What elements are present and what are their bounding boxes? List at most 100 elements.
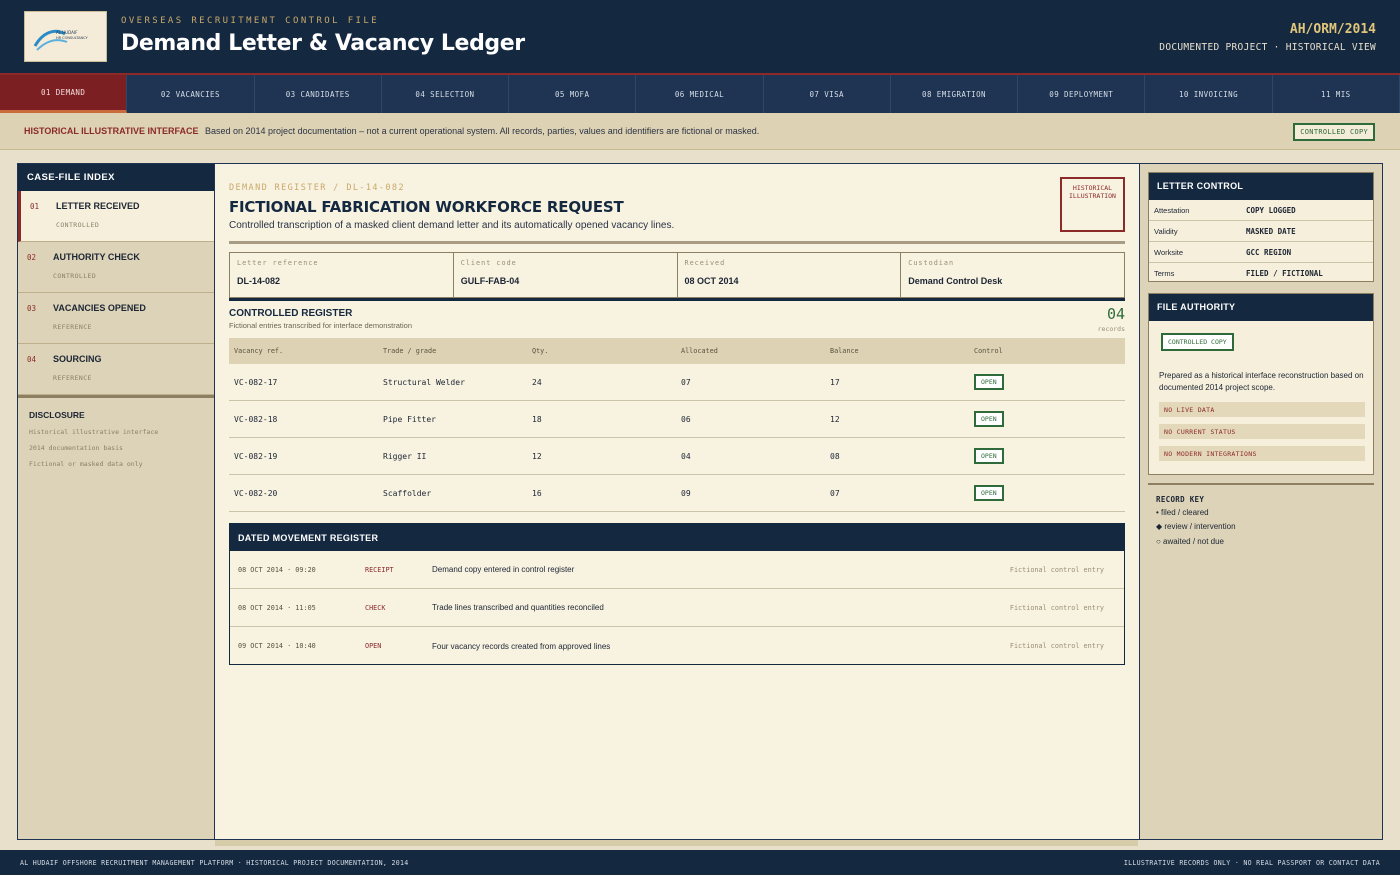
movement-time: 08 OCT 2014 · 09:20 xyxy=(238,565,316,574)
sidebar-item-letter-received[interactable]: 01 LETTER RECEIVED CONTROLLED xyxy=(18,191,214,242)
vacancy-table: Vacancy ref. Trade / grade Qty. Allocate… xyxy=(229,338,1125,512)
open-status-button[interactable]: OPEN xyxy=(974,485,1004,501)
tab-emigration[interactable]: 08 EMIGRATION xyxy=(891,75,1019,113)
control-row: Terms FILED / FICTIONAL xyxy=(1149,263,1373,284)
disclosure-line: Fictional or masked data only xyxy=(29,460,143,468)
balance: 17 xyxy=(830,377,840,387)
controlled-copy-stamp: CONTROLLED COPY xyxy=(1161,333,1234,351)
movement-note: Fictional control entry xyxy=(1009,642,1104,650)
tab-demand[interactable]: 01 DEMAND xyxy=(0,75,128,113)
sidebar-item-vacancies-opened[interactable]: 03 VACANCIES OPENED REFERENCE xyxy=(18,293,214,344)
movement-time: 09 OCT 2014 · 10:40 xyxy=(238,642,316,650)
movement-description: Trade lines transcribed and quantities r… xyxy=(432,603,604,612)
movement-note: Fictional control entry xyxy=(1009,603,1104,612)
record-key-item: • filed / cleared xyxy=(1156,508,1209,517)
movement-type: CHECK xyxy=(365,603,386,612)
open-status-button[interactable]: OPEN xyxy=(974,411,1004,427)
tab-invoicing[interactable]: 10 INVOICING xyxy=(1145,75,1273,113)
meta-divider xyxy=(229,298,1125,301)
open-status-button[interactable]: OPEN xyxy=(974,448,1004,464)
trade-grade: Pipe Fitter xyxy=(383,414,436,424)
control-row: Worksite GCC REGION xyxy=(1149,242,1373,263)
tab-medical[interactable]: 06 MEDICAL xyxy=(636,75,764,113)
header-subtitle: DOCUMENTED PROJECT · HISTORICAL VIEW xyxy=(1159,42,1376,53)
movement-description: Four vacancy records created from approv… xyxy=(432,641,611,651)
allocated: 06 xyxy=(681,414,691,424)
restriction-chip: NO MODERN INTEGRATIONS xyxy=(1159,446,1365,461)
letter-control-heading: LETTER CONTROL xyxy=(1149,173,1373,200)
page-title: Demand Letter & Vacancy Ledger xyxy=(121,31,525,56)
column-header: Trade / grade xyxy=(383,347,437,355)
vacancy-ref: VC-082-18 xyxy=(234,414,278,424)
movement-register-heading: DATED MOVEMENT REGISTER xyxy=(230,524,1124,551)
request-subtitle: Controlled transcription of a masked cli… xyxy=(229,220,675,231)
meta-label: Client code xyxy=(460,259,517,267)
tab-selection[interactable]: 04 SELECTION xyxy=(382,75,510,113)
movement-note: Fictional control entry xyxy=(1009,565,1104,574)
app-footer: AL HUDAIF OFFSHORE RECRUITMENT MANAGEMEN… xyxy=(0,850,1400,875)
control-key: Validity xyxy=(1154,226,1178,236)
meta-value: Demand Control Desk xyxy=(908,276,1003,286)
record-key-divider xyxy=(1148,483,1374,485)
tab-candidates[interactable]: 03 CANDIDATES xyxy=(255,75,382,113)
table-row[interactable]: VC-082-17 Structural Welder 24 07 17 OPE… xyxy=(229,364,1125,401)
disclosure-line: Historical illustrative interface xyxy=(29,428,159,436)
meta-value: GULF-FAB-04 xyxy=(460,276,520,286)
meta-label: Letter reference xyxy=(237,259,319,267)
disclaimer-banner: HISTORICAL ILLUSTRATIVE INTERFACE Based … xyxy=(0,113,1400,150)
restriction-chip: NO CURRENT STATUS xyxy=(1159,424,1365,439)
open-status-button[interactable]: OPEN xyxy=(974,374,1004,390)
banner-text: Based on 2014 project documentation – no… xyxy=(205,126,760,136)
control-sidebar: LETTER CONTROL Attestation COPY LOGGED V… xyxy=(1139,163,1383,840)
banner-tag: HISTORICAL ILLUSTRATIVE INTERFACE xyxy=(24,126,199,136)
meta-value: DL-14-082 xyxy=(237,276,281,286)
svg-text:AL HUDAIF: AL HUDAIF xyxy=(56,30,78,35)
balance: 12 xyxy=(830,414,840,424)
sidebar-item-number: 02 xyxy=(27,253,37,262)
tab-mis[interactable]: 11 MIS xyxy=(1273,75,1400,113)
tab-deployment[interactable]: 09 DEPLOYMENT xyxy=(1018,75,1146,113)
table-row[interactable]: VC-082-20 Scaffolder 16 09 07 OPEN xyxy=(229,475,1125,512)
meta-custodian: Custodian Demand Control Desk xyxy=(901,253,1124,297)
sidebar-item-sourcing[interactable]: 04 SOURCING REFERENCE xyxy=(18,344,214,395)
sidebar-item-status: CONTROLLED xyxy=(56,221,100,229)
control-key: Worksite xyxy=(1154,247,1184,257)
sidebar-item-status: CONTROLLED xyxy=(53,272,97,280)
control-value: MASKED DATE xyxy=(1246,226,1296,236)
allocated: 04 xyxy=(681,451,691,461)
movement-row: 08 OCT 2014 · 09:20 RECEIPT Demand copy … xyxy=(230,551,1124,589)
sidebar-item-status: REFERENCE xyxy=(53,323,92,331)
control-cell: OPEN xyxy=(974,485,1125,501)
meta-value: 08 OCT 2014 xyxy=(684,276,739,286)
main-panel: DEMAND REGISTER / DL-14-082 FICTIONAL FA… xyxy=(215,163,1139,840)
sidebar-item-number: 01 xyxy=(30,202,40,211)
quantity: 12 xyxy=(532,451,542,461)
quantity: 24 xyxy=(532,377,542,387)
tab-mofa[interactable]: 05 MOFA xyxy=(509,75,637,113)
sidebar-item-label: LETTER RECEIVED xyxy=(56,201,140,211)
file-authority-text: Prepared as a historical interface recon… xyxy=(1159,371,1364,392)
disclosure-line: 2014 documentation basis xyxy=(29,444,123,452)
movement-register: DATED MOVEMENT REGISTER 08 OCT 2014 · 09… xyxy=(229,523,1125,665)
vacancy-ref: VC-082-20 xyxy=(234,488,278,498)
meta-received: Received 08 OCT 2014 xyxy=(678,253,902,297)
movement-row: 08 OCT 2014 · 11:05 CHECK Trade lines tr… xyxy=(230,589,1124,627)
control-row: Attestation COPY LOGGED xyxy=(1149,200,1373,221)
tab-visa[interactable]: 07 VISA xyxy=(764,75,891,113)
title-divider xyxy=(229,241,1125,244)
register-breadcrumb: DEMAND REGISTER / DL-14-082 xyxy=(229,183,405,193)
table-row[interactable]: VC-082-18 Pipe Fitter 18 06 12 OPEN xyxy=(229,401,1125,438)
tab-vacancies[interactable]: 02 VACANCIES xyxy=(127,75,255,113)
control-cell: OPEN xyxy=(974,374,1125,390)
app-header: AL HUDAIF HR CONSULTANCY OVERSEAS RECRUI… xyxy=(0,0,1400,73)
table-row[interactable]: VC-082-19 Rigger II 12 04 08 OPEN xyxy=(229,438,1125,475)
sidebar-item-label: AUTHORITY CHECK xyxy=(53,252,140,262)
control-row: Validity MASKED DATE xyxy=(1149,221,1373,242)
balance: 07 xyxy=(830,488,840,498)
record-key-item: ○ awaited / not due xyxy=(1156,537,1224,546)
file-authority-heading: FILE AUTHORITY xyxy=(1149,294,1373,321)
movement-description: Demand copy entered in control register xyxy=(432,565,575,574)
sidebar-item-authority-check[interactable]: 02 AUTHORITY CHECK CONTROLLED xyxy=(18,242,214,293)
record-key-heading: RECORD KEY xyxy=(1156,495,1205,504)
sidebar-item-status: REFERENCE xyxy=(53,374,92,382)
